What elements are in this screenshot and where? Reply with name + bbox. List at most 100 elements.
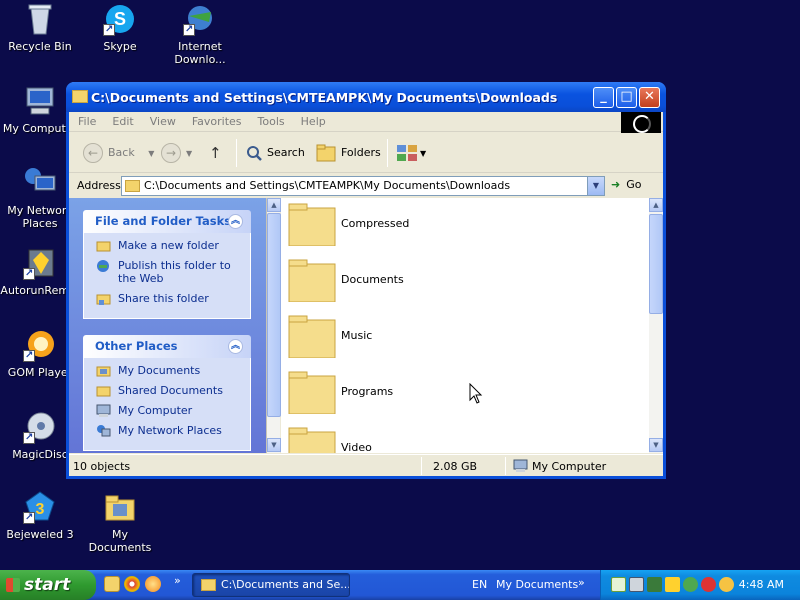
- my-documents-toolbar[interactable]: My Documents: [496, 578, 578, 591]
- tray-monitor-icon[interactable]: [629, 577, 644, 592]
- collapse-icon[interactable]: ︽: [228, 339, 243, 354]
- clock[interactable]: 4:48 AM: [739, 578, 784, 591]
- place-shared-documents[interactable]: Shared Documents: [96, 384, 250, 397]
- status-bar: 10 objects 2.08 GB My Computer: [69, 454, 663, 476]
- panel-header[interactable]: Other Places ︽: [83, 335, 251, 358]
- panel-title: Other Places: [95, 339, 178, 353]
- desktop-icon-my-documents[interactable]: My Documents: [80, 490, 160, 554]
- desktop-icon-label: Recycle Bin: [8, 40, 72, 53]
- taskbar-window-button[interactable]: C:\Documents and Se...: [192, 573, 350, 597]
- shared-documents-icon: [96, 386, 111, 397]
- start-button[interactable]: start: [0, 570, 96, 600]
- place-my-computer[interactable]: My Computer: [96, 404, 250, 417]
- folders-label: Folders: [341, 146, 381, 159]
- task-publish-folder[interactable]: Publish this folder to the Web: [96, 259, 250, 285]
- file-list: Compressed Documents Music Programs Vide…: [281, 198, 649, 453]
- skype-icon: S: [103, 2, 137, 36]
- place-my-network-places[interactable]: My Network Places: [96, 424, 250, 437]
- toolbar-chevron-icon[interactable]: »: [578, 576, 585, 589]
- folder-icon: [125, 180, 140, 192]
- scroll-down-button[interactable]: ▼: [649, 438, 663, 452]
- up-folder-button[interactable]: ↑: [209, 142, 222, 164]
- explorer-window: C:\Documents and Settings\CMTEAMPK\My Do…: [66, 82, 666, 479]
- list-item[interactable]: Programs: [288, 368, 588, 418]
- chrome-icon[interactable]: [124, 576, 140, 592]
- scroll-thumb[interactable]: [649, 214, 663, 314]
- place-my-documents[interactable]: My Documents: [96, 364, 250, 377]
- desktop-icon-label: Skype: [103, 40, 137, 53]
- close-button[interactable]: ✕: [639, 87, 660, 108]
- start-label: start: [24, 575, 71, 595]
- menu-bar: File Edit View Favorites Tools Help: [69, 112, 663, 134]
- folders-button[interactable]: Folders: [315, 142, 381, 164]
- views-button[interactable]: ▼: [396, 142, 426, 164]
- list-item[interactable]: Music: [288, 312, 588, 362]
- task-share-folder[interactable]: Share this folder: [96, 292, 250, 305]
- search-button[interactable]: Search: [245, 142, 305, 164]
- mouse-cursor-icon: [469, 383, 483, 404]
- address-input[interactable]: C:\Documents and Settings\CMTEAMPK\My Do…: [121, 176, 605, 196]
- internet-download-manager-icon: [183, 2, 217, 36]
- scroll-up-button[interactable]: ▲: [267, 198, 281, 212]
- scroll-down-button[interactable]: ▼: [267, 438, 281, 452]
- show-desktop-icon[interactable]: [104, 576, 120, 592]
- back-button[interactable]: ← Back ▼: [83, 142, 154, 164]
- task-make-new-folder[interactable]: Make a new folder: [96, 239, 250, 252]
- desktop-icon-idm[interactable]: Internet Downlo...: [160, 2, 240, 66]
- task-label: Publish this folder to the Web: [118, 259, 231, 285]
- language-indicator[interactable]: EN: [472, 578, 487, 591]
- menu-view[interactable]: View: [141, 112, 183, 128]
- my-computer-icon: [96, 404, 111, 417]
- title-bar[interactable]: C:\Documents and Settings\CMTEAMPK\My Do…: [66, 82, 666, 112]
- autorun-remover-icon: [23, 246, 57, 280]
- tray-alert-icon[interactable]: [701, 577, 716, 592]
- taskbar-window-label: C:\Documents and Se...: [221, 578, 350, 591]
- desktop-icon-label: My Documents: [88, 528, 152, 554]
- menu-favorites[interactable]: Favorites: [183, 112, 249, 128]
- task-pane-scrollbar[interactable]: ▲ ▼: [266, 198, 281, 453]
- desktop-icon-bejeweled[interactable]: 3 Bejeweled 3: [0, 490, 80, 541]
- list-item[interactable]: Video: [288, 424, 588, 453]
- up-arrow-icon: ↑: [209, 144, 222, 162]
- place-label: My Computer: [118, 404, 193, 417]
- list-item[interactable]: Documents: [288, 256, 588, 306]
- scroll-thumb[interactable]: [267, 213, 281, 417]
- share-folder-icon: [96, 294, 111, 305]
- minimize-button[interactable]: _: [593, 87, 614, 108]
- tray-security-icon[interactable]: [683, 577, 698, 592]
- firefox-icon[interactable]: [145, 576, 161, 592]
- desktop-icon-skype[interactable]: S Skype: [80, 2, 160, 53]
- address-dropdown-button[interactable]: ▼: [587, 177, 604, 195]
- windows-throbber: [621, 112, 661, 134]
- menu-edit[interactable]: Edit: [103, 112, 140, 128]
- tray-autorun-icon[interactable]: [665, 577, 680, 592]
- collapse-icon[interactable]: ︽: [228, 214, 243, 229]
- list-item[interactable]: Compressed: [288, 200, 588, 250]
- desktop-icon-recycle-bin[interactable]: Recycle Bin: [0, 2, 80, 53]
- folder-icon: [288, 203, 336, 246]
- scroll-up-button[interactable]: ▲: [649, 198, 663, 212]
- network-places-icon: [97, 425, 111, 437]
- tray-messenger-icon[interactable]: [719, 577, 734, 592]
- panel-header[interactable]: File and Folder Tasks ︽: [83, 210, 251, 233]
- menu-help[interactable]: Help: [292, 112, 333, 128]
- folder-icon: [72, 90, 88, 103]
- folder-icon: [288, 315, 336, 358]
- tray-app-icon[interactable]: [611, 577, 626, 592]
- go-button[interactable]: ➜ Go: [611, 178, 641, 191]
- tray-network-icon[interactable]: [647, 577, 662, 592]
- menu-tools[interactable]: Tools: [249, 112, 292, 128]
- file-list-scrollbar[interactable]: ▲ ▼: [649, 198, 663, 453]
- chevron-down-icon: ▼: [148, 149, 155, 158]
- my-documents-icon: [103, 490, 137, 524]
- forward-button[interactable]: → ▼: [161, 142, 192, 164]
- menu-file[interactable]: File: [69, 112, 103, 128]
- quicklaunch-chevron-icon[interactable]: »: [174, 574, 181, 587]
- svg-text:S: S: [114, 9, 126, 29]
- address-bar: Address C:\Documents and Settings\CMTEAM…: [69, 174, 663, 198]
- status-object-count: 10 objects: [73, 460, 131, 473]
- desktop-icon-label: Internet Downlo...: [174, 40, 226, 66]
- folder-icon: [201, 579, 216, 591]
- maximize-button[interactable]: □: [616, 87, 637, 108]
- task-pane: File and Folder Tasks ︽ Make a new folde…: [69, 198, 266, 453]
